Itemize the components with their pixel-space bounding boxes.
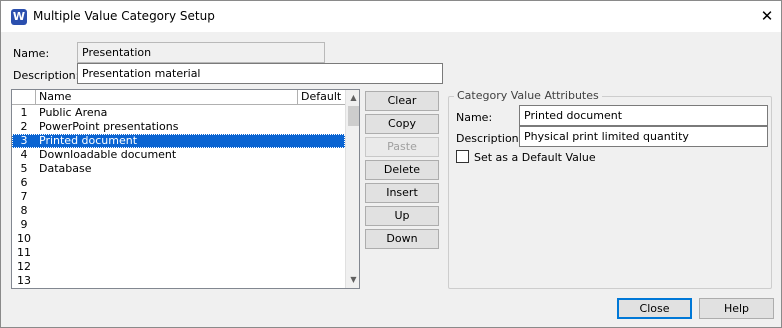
table-row[interactable]: 1 Public Arena bbox=[12, 106, 345, 120]
grid-header: Name Default bbox=[12, 90, 345, 105]
row-number: 2 bbox=[20, 120, 28, 133]
row-number: 6 bbox=[20, 176, 28, 189]
default-value-checkbox[interactable] bbox=[456, 150, 469, 163]
row-name-cell[interactable]: Printed document bbox=[39, 134, 137, 147]
value-name-label: Name: bbox=[456, 111, 493, 124]
table-row[interactable]: 5 Database bbox=[12, 162, 345, 176]
down-button[interactable]: Down bbox=[365, 229, 439, 249]
close-button[interactable]: Close bbox=[617, 298, 692, 319]
app-logo-icon: W bbox=[11, 9, 27, 25]
values-grid[interactable]: Name Default 1 Public Arena 2 PowerPoint pr… bbox=[11, 89, 360, 289]
row-name-cell[interactable]: Downloadable document bbox=[39, 148, 176, 161]
grid-body: 1 Public Arena 2 PowerPoint presentations 3 P… bbox=[12, 106, 345, 288]
close-window-button[interactable]: ✕ bbox=[755, 5, 779, 27]
row-number-header bbox=[12, 90, 36, 105]
paste-button[interactable]: Paste bbox=[365, 137, 439, 157]
default-value-checkbox-label[interactable]: Set as a Default Value bbox=[474, 151, 596, 164]
row-number: 7 bbox=[20, 190, 28, 203]
table-row[interactable]: 13 bbox=[12, 274, 345, 288]
value-description-label: Description: bbox=[456, 132, 523, 145]
row-number: 1 bbox=[20, 106, 28, 119]
insert-button[interactable]: Insert bbox=[365, 183, 439, 203]
up-button[interactable]: Up bbox=[365, 206, 439, 226]
scroll-down-icon[interactable]: ▼ bbox=[346, 272, 359, 287]
row-number: 13 bbox=[17, 274, 31, 287]
table-row[interactable]: 3 Printed document bbox=[12, 134, 345, 148]
row-number: 11 bbox=[17, 246, 31, 259]
row-number: 3 bbox=[20, 134, 28, 147]
table-row[interactable]: 10 bbox=[12, 232, 345, 246]
column-header-default[interactable]: Default bbox=[298, 90, 345, 105]
row-name-cell[interactable]: Database bbox=[39, 162, 92, 175]
table-row[interactable]: 12 bbox=[12, 260, 345, 274]
delete-button[interactable]: Delete bbox=[365, 160, 439, 180]
grid-scrollbar[interactable]: ▲ ▼ bbox=[345, 90, 359, 288]
table-row[interactable]: 8 bbox=[12, 204, 345, 218]
category-description-field[interactable]: Presentation material bbox=[77, 63, 443, 84]
value-description-field[interactable]: Physical print limited quantity bbox=[519, 126, 768, 147]
table-row[interactable]: 11 bbox=[12, 246, 345, 260]
category-name-label: Name: bbox=[13, 47, 50, 60]
table-row[interactable]: 4 Downloadable document bbox=[12, 148, 345, 162]
row-name-cell[interactable]: PowerPoint presentations bbox=[39, 120, 178, 133]
scroll-up-icon[interactable]: ▲ bbox=[346, 90, 359, 105]
title-bar: W Multiple Value Category Setup ✕ bbox=[1, 1, 781, 32]
copy-button[interactable]: Copy bbox=[365, 114, 439, 134]
row-number: 9 bbox=[20, 218, 28, 231]
dialog-window: W Multiple Value Category Setup ✕ Name: … bbox=[0, 0, 782, 328]
table-row[interactable]: 9 bbox=[12, 218, 345, 232]
window-title: Multiple Value Category Setup bbox=[33, 9, 215, 23]
row-name-cell[interactable]: Public Arena bbox=[39, 106, 107, 119]
row-number: 4 bbox=[20, 148, 28, 161]
row-number: 8 bbox=[20, 204, 28, 217]
row-number: 12 bbox=[17, 260, 31, 273]
table-row[interactable]: 7 bbox=[12, 190, 345, 204]
value-name-field[interactable]: Printed document bbox=[519, 105, 768, 126]
clear-button[interactable]: Clear bbox=[365, 91, 439, 111]
column-header-name[interactable]: Name bbox=[36, 90, 298, 105]
group-title: Category Value Attributes bbox=[454, 89, 602, 102]
row-number: 5 bbox=[20, 162, 28, 175]
scroll-thumb[interactable] bbox=[348, 106, 359, 126]
table-row[interactable]: 2 PowerPoint presentations bbox=[12, 120, 345, 134]
row-number: 10 bbox=[17, 232, 31, 245]
help-button[interactable]: Help bbox=[699, 298, 774, 319]
table-row[interactable]: 6 bbox=[12, 176, 345, 190]
category-name-field[interactable]: Presentation bbox=[77, 42, 325, 63]
category-description-label: Description: bbox=[13, 69, 80, 82]
